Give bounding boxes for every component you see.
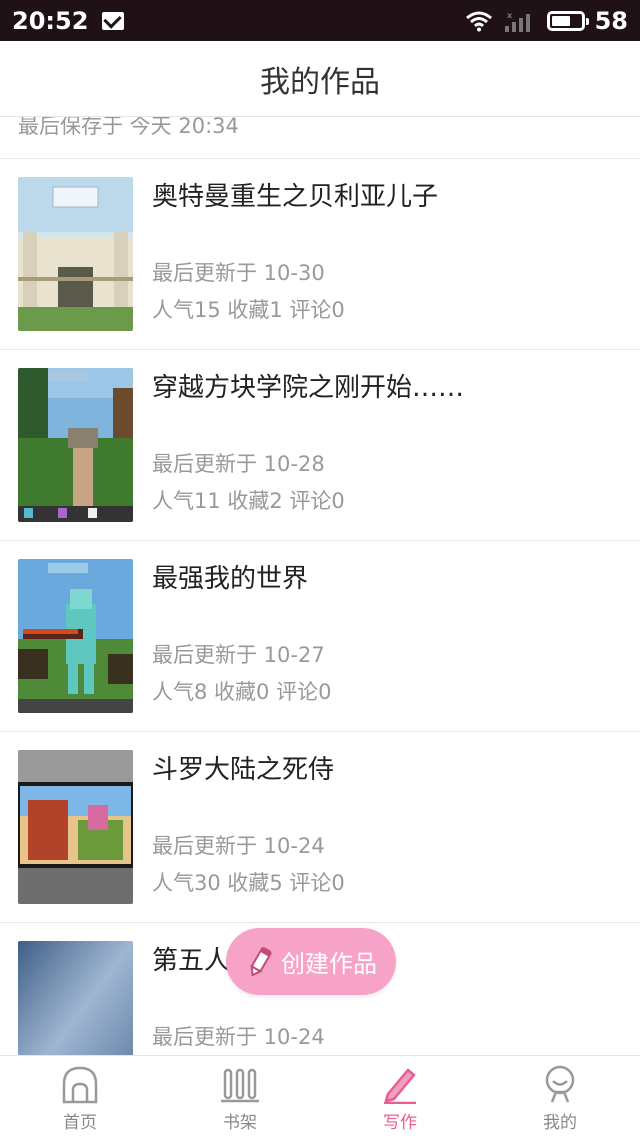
work-title: 最强我的世界 [152, 564, 309, 594]
profile-icon [545, 1065, 575, 1103]
battery-icon [546, 10, 589, 31]
work-item[interactable]: 最强我的世界 最后更新于 10-27 人气8 收藏0 评论0 [0, 541, 640, 732]
home-icon [62, 1066, 98, 1104]
signal-icon: x [504, 11, 530, 32]
tab-write-label: 写作 [383, 1113, 417, 1133]
work-updated: 最后更新于 10-27 [152, 643, 325, 667]
work-stats: 人气30 收藏5 评论0 [152, 871, 345, 895]
work-cover-image [18, 941, 133, 1055]
work-cover-image [18, 368, 133, 522]
work-updated: 最后更新于 10-24 [152, 834, 325, 858]
list-item-partial[interactable]: 最后保存于 今天 20:34 [0, 117, 640, 159]
tab-bookshelf[interactable]: 书架 [160, 1056, 320, 1138]
tab-profile-label: 我的 [543, 1113, 577, 1133]
create-work-button[interactable]: 创建作品 [226, 928, 396, 995]
bottom-tab-bar: 首页 书架 写作 我的 [0, 1055, 640, 1138]
work-item[interactable]: 斗罗大陆之死侍 最后更新于 10-24 人气30 收藏5 评论0 [0, 732, 640, 923]
work-updated: 最后更新于 10-30 [152, 261, 325, 285]
tab-write[interactable]: 写作 [320, 1056, 480, 1138]
work-updated: 最后更新于 10-28 [152, 452, 325, 476]
work-updated: 最后更新于 10-24 [152, 1025, 325, 1049]
create-work-label: 创建作品 [281, 950, 377, 978]
work-item[interactable]: 穿越方块学院之刚开始…… 最后更新于 10-28 人气11 收藏2 评论0 [0, 350, 640, 541]
wifi-icon [465, 11, 492, 31]
work-item[interactable]: 奥特曼重生之贝利亚儿子 最后更新于 10-30 人气15 收藏1 评论0 [0, 159, 640, 350]
work-cover-image [18, 177, 133, 331]
tab-home[interactable]: 首页 [0, 1056, 160, 1138]
work-title: 奥特曼重生之贝利亚儿子 [152, 182, 439, 212]
mail-icon [102, 11, 125, 30]
work-cover-image [18, 750, 133, 904]
work-cover-image [18, 559, 133, 713]
status-bar: 20:52 x 58 [0, 0, 640, 41]
tab-home-label: 首页 [63, 1113, 97, 1133]
work-stats: 人气8 收藏0 评论0 [152, 680, 332, 704]
tab-profile[interactable]: 我的 [480, 1056, 640, 1138]
work-title: 穿越方块学院之刚开始…… [152, 373, 465, 403]
bookshelf-icon [221, 1068, 259, 1103]
last-saved-text: 最后保存于 今天 20:34 [18, 117, 239, 138]
pencil-icon [384, 1068, 416, 1104]
works-list[interactable]: 最后保存于 今天 20:34 奥特曼重生之贝利亚儿子 最后更新于 10-30 人… [0, 117, 640, 1055]
work-stats: 人气15 收藏1 评论0 [152, 298, 345, 322]
work-stats: 人气11 收藏2 评论0 [152, 489, 345, 513]
work-title: 斗罗大陆之死侍 [152, 755, 335, 785]
svg-text:x: x [507, 11, 513, 20]
status-time: 20:52 [12, 6, 89, 35]
page-header: 我的作品 [0, 41, 640, 117]
tab-bookshelf-label: 书架 [223, 1113, 257, 1133]
page-title: 我的作品 [260, 64, 380, 100]
pencil-icon [250, 946, 272, 976]
battery-level: 58 [594, 6, 628, 35]
